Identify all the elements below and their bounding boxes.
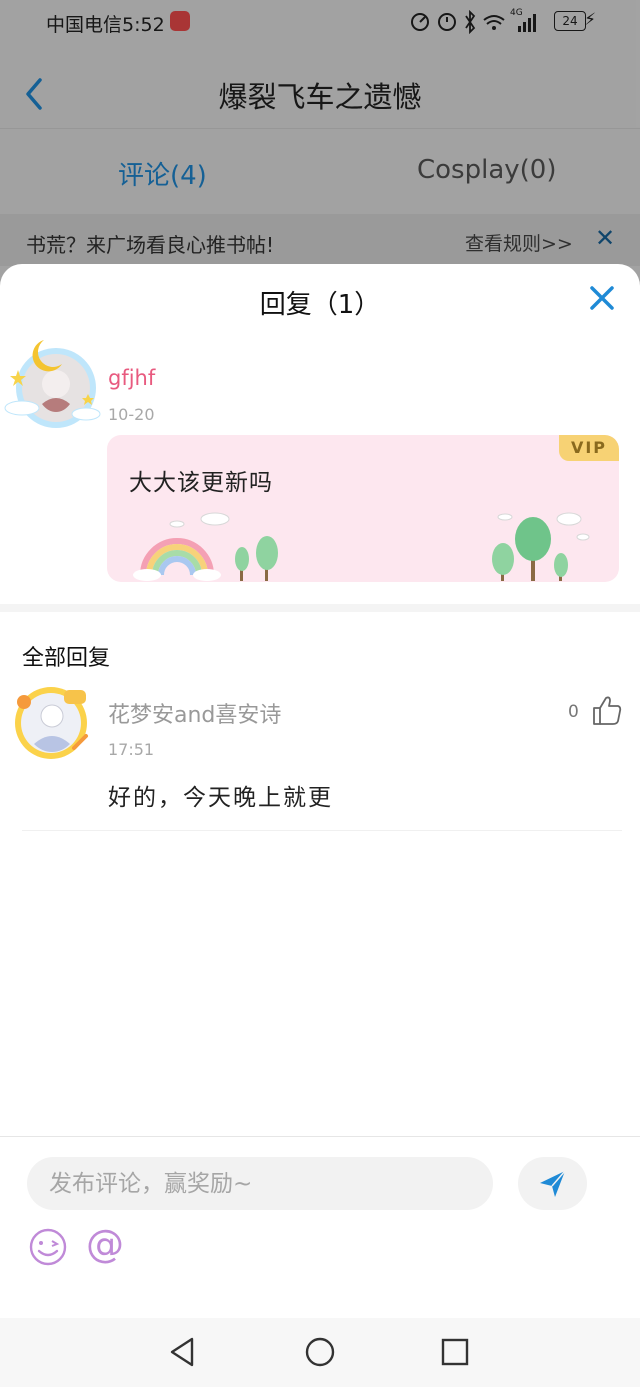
vip-badge: VIP xyxy=(559,435,619,461)
send-icon xyxy=(540,1170,566,1197)
comment-input[interactable] xyxy=(27,1157,493,1210)
vip-comment-bubble: VIP 大大该更新吗 xyxy=(107,435,619,582)
reply-username[interactable]: 花梦安and喜安诗 xyxy=(108,697,281,729)
nav-home-button[interactable] xyxy=(304,1336,336,1368)
reply-divider xyxy=(22,830,622,831)
all-replies-heading: 全部回复 xyxy=(22,646,111,671)
nav-back-button[interactable] xyxy=(166,1335,200,1369)
smiley-icon xyxy=(29,1228,67,1266)
section-divider xyxy=(0,604,640,612)
comment-text: 大大该更新吗 xyxy=(129,470,273,496)
avatar-moon-frame-icon xyxy=(4,340,101,428)
author-avatar-frame-icon xyxy=(15,687,88,759)
thumbs-up-icon xyxy=(593,696,622,725)
avatar[interactable] xyxy=(4,334,102,432)
reply-time: 17:51 xyxy=(108,740,155,759)
mention-button[interactable]: @ xyxy=(86,1222,124,1266)
rainbow-trees-decoration xyxy=(133,512,590,581)
reply-avatar[interactable] xyxy=(12,684,90,762)
circle-home-icon xyxy=(305,1337,335,1367)
triangle-back-icon xyxy=(170,1337,194,1367)
modal-overlay[interactable] xyxy=(0,0,640,300)
emoji-button[interactable] xyxy=(28,1227,68,1267)
close-icon xyxy=(590,286,614,310)
like-button[interactable] xyxy=(592,694,622,726)
close-button[interactable] xyxy=(586,282,618,314)
comment-date: 10-20 xyxy=(108,405,155,424)
send-button[interactable] xyxy=(518,1157,587,1210)
nav-recents-button[interactable] xyxy=(441,1338,469,1366)
comment-username[interactable]: gfjhf xyxy=(108,366,155,390)
sheet-title: 回复（1） xyxy=(259,290,381,320)
reply-text: 好的，今天晚上就更 xyxy=(108,785,333,811)
square-recents-icon xyxy=(441,1338,469,1366)
like-count: 0 xyxy=(568,702,579,722)
